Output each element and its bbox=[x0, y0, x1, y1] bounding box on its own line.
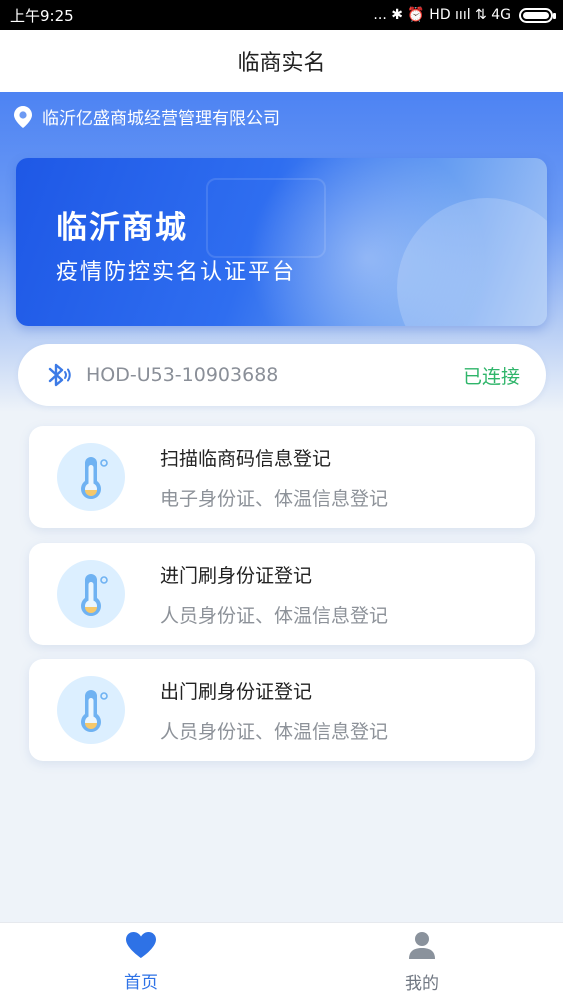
card-title: 出门刷身份证登记 bbox=[160, 681, 313, 703]
status-bar: 上午9:25 ... ✱ ⏰ HD ıııl ⇅ 4G bbox=[0, 0, 563, 30]
nav-mine-label: 我的 bbox=[405, 973, 439, 994]
heart-icon bbox=[126, 931, 156, 962]
thermometer-icon bbox=[57, 560, 125, 628]
card-scan-code[interactable]: 扫描临商码信息登记 电子身份证、体温信息登记 bbox=[29, 426, 535, 528]
banner[interactable]: 临沂商城 疫情防控实名认证平台 bbox=[16, 158, 547, 326]
status-indicators: ... ✱ ⏰ HD ıııl ⇅ 4G bbox=[373, 7, 556, 23]
company-name: 临沂亿盛商城经营管理有限公司 bbox=[42, 109, 280, 129]
card-title: 进门刷身份证登记 bbox=[160, 565, 313, 587]
app-title-bar: 临商实名 bbox=[0, 30, 563, 92]
thermometer-icon bbox=[57, 443, 125, 511]
card-subtitle: 人员身份证、体温信息登记 bbox=[160, 721, 389, 743]
bluetooth-device-name: HOD-U53-10903688 bbox=[86, 364, 279, 386]
card-subtitle: 人员身份证、体温信息登记 bbox=[160, 605, 389, 627]
banner-subtitle: 疫情防控实名认证平台 bbox=[56, 260, 297, 285]
status-icons: ... ✱ ⏰ HD ıııl ⇅ 4G bbox=[373, 7, 511, 23]
nav-home-label: 首页 bbox=[124, 972, 158, 993]
company-location: 临沂亿盛商城经营管理有限公司 bbox=[14, 104, 280, 129]
card-subtitle: 电子身份证、体温信息登记 bbox=[160, 488, 389, 510]
nav-home[interactable]: 首页 bbox=[71, 923, 211, 1000]
bluetooth-icon bbox=[44, 361, 72, 389]
battery-icon bbox=[519, 7, 556, 23]
page-title: 临商实名 bbox=[237, 51, 326, 76]
thermometer-icon bbox=[57, 676, 125, 744]
banner-title: 临沂商城 bbox=[56, 210, 188, 246]
bottom-nav: 首页 我的 bbox=[0, 922, 563, 1000]
card-exit-id[interactable]: 出门刷身份证登记 人员身份证、体温信息登记 bbox=[29, 659, 535, 761]
card-title: 扫描临商码信息登记 bbox=[160, 448, 332, 470]
location-pin-icon bbox=[14, 105, 32, 128]
bluetooth-device-bar[interactable]: HOD-U53-10903688 已连接 bbox=[18, 344, 546, 406]
person-icon bbox=[408, 931, 436, 963]
bluetooth-status: 已连接 bbox=[462, 365, 520, 388]
nav-mine[interactable]: 我的 bbox=[352, 923, 492, 1000]
status-time: 上午9:25 bbox=[10, 6, 74, 25]
card-entry-id[interactable]: 进门刷身份证登记 人员身份证、体温信息登记 bbox=[29, 543, 535, 645]
